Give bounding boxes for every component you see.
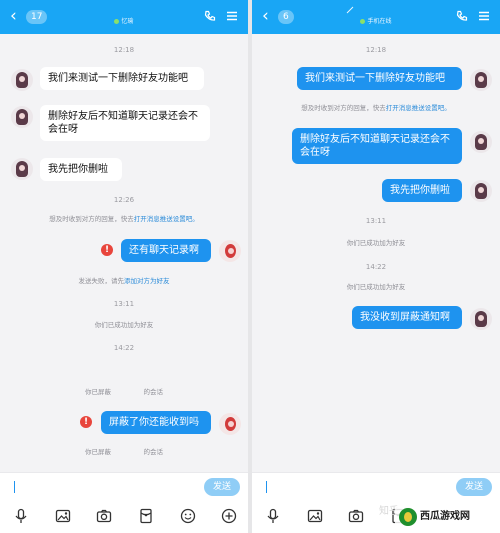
timestamp: 12:18	[113, 46, 135, 54]
timestamp: 14:22	[365, 263, 387, 271]
message-bubble-outgoing[interactable]: 还有聊天记录啊	[121, 239, 211, 262]
my-avatar[interactable]	[470, 131, 492, 153]
message-input-bar: 发送	[0, 472, 248, 500]
mic-icon[interactable]	[13, 508, 29, 524]
system-message: 你们已成功加为好友	[346, 283, 406, 291]
chat-header: ‹ 6 手机在线	[252, 0, 500, 34]
timestamp: 12:18	[365, 46, 387, 54]
watermark-text: 西瓜游戏网	[420, 511, 470, 522]
timestamp: 13:11	[113, 300, 135, 308]
send-failed-icon[interactable]: !	[101, 244, 113, 256]
notice-link[interactable]: 打开消息推送设置吧。	[386, 104, 451, 112]
message-bubble-incoming[interactable]: 删除好友后不知道聊天记录还会不会在呀	[40, 105, 210, 141]
notice-text: 想及时收到对方的回复，快去	[301, 104, 386, 112]
message-bubble-outgoing[interactable]: 我先把你删啦	[382, 179, 462, 202]
system-message: 你们已成功加为好友	[94, 321, 154, 329]
message-bubble-outgoing[interactable]: 我没收到屏蔽通知啊	[352, 306, 462, 329]
message-input-bar: 发送	[252, 472, 500, 500]
chat-screen-left: ‹ 17 忆瑜 12:18 我们来测试一下删除好友功能吧 删除好友后不知道聊天记…	[0, 0, 248, 533]
contact-status-text: 手机在线	[367, 18, 392, 25]
emoji-icon[interactable]	[180, 508, 196, 524]
phone-call-icon[interactable]	[204, 10, 216, 22]
send-button[interactable]: 发送	[456, 478, 492, 496]
watermelon-logo-icon	[399, 508, 417, 526]
image-icon[interactable]	[307, 508, 323, 524]
message-bubble-incoming[interactable]: 我们来测试一下删除好友功能吧	[40, 67, 204, 90]
system-message: 你已屏蔽 的会话	[85, 448, 163, 456]
send-button[interactable]: 发送	[204, 478, 240, 496]
my-avatar[interactable]	[470, 69, 492, 91]
image-icon[interactable]	[55, 508, 71, 524]
input-toolbar	[0, 500, 248, 533]
site-watermark: 西瓜游戏网	[395, 505, 495, 529]
message-input[interactable]	[14, 481, 15, 493]
timestamp: 12:26	[113, 196, 135, 204]
menu-icon[interactable]	[478, 10, 490, 22]
send-failed-icon[interactable]: !	[80, 416, 92, 428]
my-avatar[interactable]	[219, 413, 241, 435]
chat-header: ‹ 17 忆瑜	[0, 0, 248, 34]
notice-link[interactable]: 打开消息推送设置吧。	[134, 215, 199, 223]
online-dot-icon	[114, 19, 120, 24]
timestamp: 13:11	[365, 217, 387, 225]
red-packet-icon[interactable]	[138, 508, 154, 524]
message-bubble-outgoing[interactable]: 屏蔽了你还能收到吗	[101, 411, 211, 434]
notice-text: 想及时收到对方的回复，快去	[49, 215, 134, 223]
push-notice: 想及时收到对方的回复，快去打开消息推送设置吧。	[0, 215, 248, 224]
system-message: 你们已成功加为好友	[346, 239, 406, 247]
add-friend-link[interactable]: 添加对方为好友	[124, 277, 170, 285]
message-bubble-outgoing[interactable]: 我们来测试一下删除好友功能吧	[297, 67, 462, 90]
contact-avatar[interactable]	[11, 158, 33, 180]
notice-text: 发送失败，请先	[78, 277, 125, 285]
send-failed-notice: 发送失败，请先添加对方为好友	[0, 277, 248, 286]
push-notice: 想及时收到对方的回复，快去打开消息推送设置吧。	[252, 104, 500, 113]
plus-icon[interactable]	[221, 508, 237, 524]
message-input[interactable]	[266, 481, 267, 493]
my-avatar[interactable]	[219, 240, 241, 262]
speaker-icon	[346, 6, 354, 14]
contact-name-text: 忆瑜	[121, 18, 134, 25]
mic-icon[interactable]	[265, 508, 281, 524]
online-dot-icon	[360, 19, 366, 24]
camera-icon[interactable]	[348, 508, 364, 524]
system-message: 你已屏蔽 的会话	[85, 388, 163, 396]
menu-icon[interactable]	[226, 10, 238, 22]
contact-avatar[interactable]	[11, 106, 33, 128]
camera-icon[interactable]	[96, 508, 112, 524]
message-bubble-incoming[interactable]: 我先把你删啦	[40, 158, 122, 181]
contact-avatar[interactable]	[11, 69, 33, 91]
phone-call-icon[interactable]	[456, 10, 468, 22]
timestamp: 14:22	[113, 344, 135, 352]
my-avatar[interactable]	[470, 180, 492, 202]
screenshot-root: ‹ 17 忆瑜 12:18 我们来测试一下删除好友功能吧 删除好友后不知道聊天记…	[0, 0, 500, 533]
message-bubble-outgoing[interactable]: 删除好友后不知道聊天记录还会不会在呀	[292, 128, 462, 164]
chat-screen-right: ‹ 6 手机在线 12:18 我们来测试一下删除好友功能吧 想及时收到对方的回复…	[252, 0, 500, 533]
my-avatar[interactable]	[470, 308, 492, 330]
